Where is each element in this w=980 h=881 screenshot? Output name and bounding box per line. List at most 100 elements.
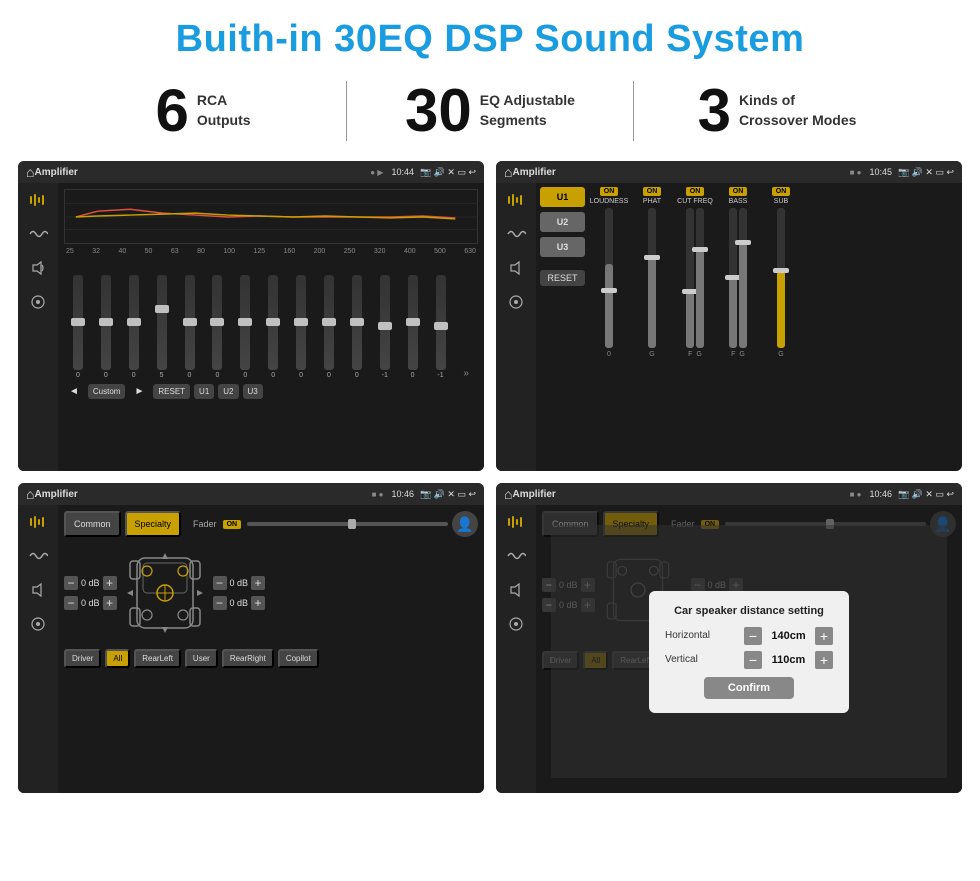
crossover-icon[interactable] — [26, 293, 50, 311]
next-btn[interactable]: ► — [129, 383, 149, 400]
speaker-icon-2[interactable] — [504, 259, 528, 277]
crossover-icon-4[interactable] — [504, 615, 528, 633]
screen4-main-panel: Common Specialty Fader ON 👤 — [536, 505, 962, 793]
db-plus-rr[interactable]: + — [251, 596, 265, 610]
status-time-1: 10:44 — [391, 167, 414, 177]
more-arrow[interactable]: » — [463, 368, 469, 379]
eq-slider-1[interactable]: 0 — [101, 275, 111, 379]
eq-icon-4[interactable] — [504, 513, 528, 531]
cutfreq-on[interactable]: ON — [686, 187, 705, 196]
db-minus-fl[interactable]: − — [64, 576, 78, 590]
all-btn[interactable]: All — [105, 649, 130, 668]
vertical-plus-btn[interactable]: + — [815, 651, 833, 669]
eq-icon-2[interactable] — [504, 191, 528, 209]
horizontal-value: 140cm — [766, 630, 811, 642]
u2-btn[interactable]: U2 — [218, 384, 238, 399]
screen3-main-panel: Common Specialty Fader ON 👤 — [58, 505, 484, 793]
u1-select-btn[interactable]: U1 — [540, 187, 585, 207]
eq-slider-13[interactable]: -1 — [436, 275, 446, 379]
eq-slider-5[interactable]: 0 — [212, 275, 222, 379]
eq-slider-11[interactable]: -1 — [380, 275, 390, 379]
db-val-fr: 0 dB — [230, 578, 249, 588]
vertical-label: Vertical — [665, 654, 720, 665]
eq-slider-6[interactable]: 0 — [240, 275, 250, 379]
eq-slider-9[interactable]: 0 — [324, 275, 334, 379]
u1-btn[interactable]: U1 — [194, 384, 214, 399]
reset-btn-2[interactable]: RESET — [540, 270, 585, 286]
eq-icon[interactable] — [26, 191, 50, 209]
eq-slider-3[interactable]: 5 — [157, 275, 167, 379]
speaker-icon-3[interactable] — [26, 581, 50, 599]
user-btn[interactable]: User — [185, 649, 218, 668]
eq-slider-12[interactable]: 0 — [408, 275, 418, 379]
horizontal-minus-btn[interactable]: − — [744, 627, 762, 645]
sub-on[interactable]: ON — [772, 187, 791, 196]
dialog-title: Car speaker distance setting — [665, 605, 833, 617]
fader-on-badge[interactable]: ON — [223, 520, 242, 529]
eq-slider-10[interactable]: 0 — [352, 275, 362, 379]
custom-btn[interactable]: Custom — [88, 384, 126, 399]
eq-slider-2[interactable]: 0 — [129, 275, 139, 379]
bass-on[interactable]: ON — [729, 187, 748, 196]
speaker-icon-4[interactable] — [504, 581, 528, 599]
home-icon-4[interactable]: ⌂ — [504, 486, 512, 502]
stat-eq-number: 30 — [405, 81, 472, 141]
copilot-btn[interactable]: Copilot — [278, 649, 319, 668]
status-time-4: 10:46 — [869, 489, 892, 499]
u3-select-btn[interactable]: U3 — [540, 237, 585, 257]
rearleft-btn[interactable]: RearLeft — [134, 649, 181, 668]
screen-specialty: ⌂ Amplifier ■ ● 10:46 📷 🔊 ✕ ▭ ↩ — [18, 483, 484, 793]
db-row-rr: − 0 dB + — [213, 596, 266, 610]
confirm-button[interactable]: Confirm — [704, 677, 794, 699]
eq-slider-8[interactable]: 0 — [296, 275, 306, 379]
status-bar-2: ⌂ Amplifier ■ ● 10:45 📷 🔊 ✕ ▭ ↩ — [496, 161, 962, 183]
bottom-btns-3: Driver All RearLeft User RearRight Copil… — [64, 649, 478, 668]
wave-icon-3[interactable] — [26, 547, 50, 565]
crossover-icon-3[interactable] — [26, 615, 50, 633]
dot-icons-3: ■ ● — [372, 490, 384, 499]
dialog-row-horizontal: Horizontal − 140cm + — [665, 627, 833, 645]
speaker-icon[interactable] — [26, 259, 50, 277]
loudness-label: LOUDNESS — [590, 198, 629, 205]
wave-icon-2[interactable] — [504, 225, 528, 243]
home-icon-2[interactable]: ⌂ — [504, 164, 512, 180]
prev-btn[interactable]: ◄ — [64, 383, 84, 400]
vertical-minus-btn[interactable]: − — [744, 651, 762, 669]
reset-btn[interactable]: RESET — [153, 384, 190, 399]
db-minus-rr[interactable]: − — [213, 596, 227, 610]
amp-col-loudness: ON LOUDNESS 0 — [589, 187, 629, 467]
eq-sliders-row: 0 0 0 5 0 0 0 0 0 0 0 -1 0 -1 » — [64, 259, 478, 379]
wave-icon-4[interactable] — [504, 547, 528, 565]
dot-icons-2: ■ ● — [850, 168, 862, 177]
home-icon[interactable]: ⌂ — [26, 164, 34, 180]
status-icons-3: 📷 🔊 ✕ ▭ ↩ — [420, 489, 476, 500]
home-icon-3[interactable]: ⌂ — [26, 486, 34, 502]
eq-slider-7[interactable]: 0 — [268, 275, 278, 379]
horizontal-plus-btn[interactable]: + — [815, 627, 833, 645]
db-plus-rl[interactable]: + — [103, 596, 117, 610]
screen-amplifier-cols: ⌂ Amplifier ■ ● 10:45 📷 🔊 ✕ ▭ ↩ — [496, 161, 962, 471]
u2-select-btn[interactable]: U2 — [540, 212, 585, 232]
phat-on[interactable]: ON — [643, 187, 662, 196]
stats-row: 6 RCA Outputs 30 EQ Adjustable Segments … — [0, 71, 980, 153]
driver-btn[interactable]: Driver — [64, 649, 101, 668]
tab-common[interactable]: Common — [64, 511, 121, 537]
rearright-btn[interactable]: RearRight — [222, 649, 274, 668]
fader-slider[interactable] — [247, 522, 448, 526]
u3-btn[interactable]: U3 — [243, 384, 263, 399]
loudness-on[interactable]: ON — [600, 187, 619, 196]
db-plus-fl[interactable]: + — [103, 576, 117, 590]
tab-specialty[interactable]: Specialty — [125, 511, 182, 537]
avatar-icon[interactable]: 👤 — [452, 511, 478, 537]
eq-bottom-bar: ◄ Custom ► RESET U1 U2 U3 — [64, 383, 478, 400]
db-plus-fr[interactable]: + — [251, 576, 265, 590]
crossover-icon-2[interactable] — [504, 293, 528, 311]
eq-slider-4[interactable]: 0 — [185, 275, 195, 379]
db-minus-fr[interactable]: − — [213, 576, 227, 590]
eq-slider-0[interactable]: 0 — [73, 275, 83, 379]
screen1-inner: 2532405063 80100125160200 25032040050063… — [18, 183, 484, 471]
db-minus-rl[interactable]: − — [64, 596, 78, 610]
eq-icon-3[interactable] — [26, 513, 50, 531]
amp-col-cutfreq: ON CUT FREQ FG — [675, 187, 715, 467]
wave-icon[interactable] — [26, 225, 50, 243]
